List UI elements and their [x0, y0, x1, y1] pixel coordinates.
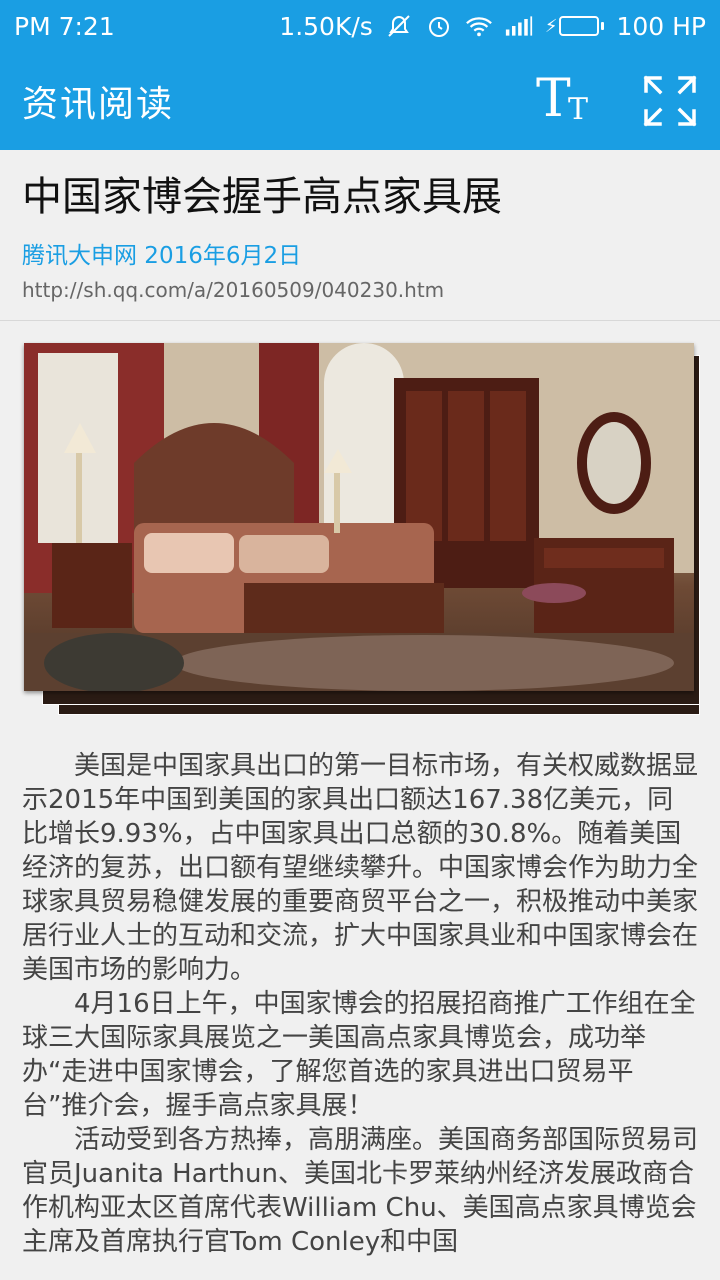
network-speed: 1.50K/s — [279, 11, 373, 41]
article-body: 美国是中国家具出口的第一目标市场，有关权威数据显示2015年中国到美国的家具出口… — [0, 723, 720, 1259]
status-bar: PM 7:21 1.50K/s ⚡ 100 HP — [0, 0, 720, 52]
battery-level: 100 HP — [616, 11, 706, 41]
article-view[interactable]: 中国家博会握手高点家具展 腾讯大申网 2016年6月2日 http://sh.q… — [0, 150, 720, 1280]
app-title: 资讯阅读 — [22, 84, 175, 125]
article-header: 中国家博会握手高点家具展 腾讯大申网 2016年6月2日 http://sh.q… — [0, 150, 720, 321]
article-headline: 中国家博会握手高点家具展 — [22, 174, 502, 220]
app-bar: 资讯阅读 TT — [0, 52, 720, 150]
font-size-icon[interactable]: TT — [536, 73, 594, 129]
wifi-icon — [465, 12, 493, 40]
article-image[interactable] — [24, 343, 704, 723]
fullscreen-icon[interactable] — [642, 73, 698, 129]
status-right: 1.50K/s ⚡ 100 HP — [279, 12, 706, 41]
battery-icon: ⚡ — [545, 16, 605, 37]
article-paragraph: 美国是中国家具出口的第一目标市场，有关权威数据显示2015年中国到美国的家具出口… — [22, 751, 699, 985]
alarm-icon — [425, 12, 453, 40]
article-paragraph: 活动受到各方热捧，高朋满座。美国商务部国际贸易司官员Juanita Harthu… — [22, 1125, 699, 1257]
article-url[interactable]: http://sh.qq.com/a/20160509/040230.htm — [22, 278, 698, 302]
app-bar-actions: TT — [536, 73, 698, 129]
article-paragraph: 4月16日上午，中国家博会的招展招商推广工作组在全球三大国际家具展览之一美国高点… — [22, 989, 696, 1121]
article-source-date[interactable]: 腾讯大申网 2016年6月2日 — [22, 236, 698, 270]
signal-icon — [505, 12, 533, 40]
mute-icon — [385, 12, 413, 40]
status-time: PM 7:21 — [14, 11, 115, 41]
bedroom-furniture-photo — [24, 343, 694, 691]
